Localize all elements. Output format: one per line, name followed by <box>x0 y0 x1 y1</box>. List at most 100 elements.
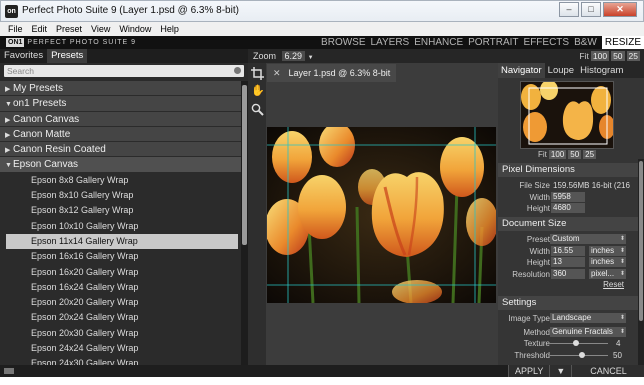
menu-window[interactable]: Window <box>119 22 151 36</box>
pixel-width-label: Width <box>529 192 550 202</box>
nav-zoom-50-button[interactable]: 50 <box>568 150 582 159</box>
resolution-field[interactable]: 360 <box>551 268 585 279</box>
panel-toggle-icon[interactable] <box>4 368 14 374</box>
close-button[interactable]: ✕ <box>603 2 637 17</box>
texture-slider-knob[interactable] <box>573 340 580 346</box>
tab-histogram[interactable]: Histogram <box>577 63 626 78</box>
preset-item[interactable]: Epson 24x24 Gallery Wrap <box>0 341 241 356</box>
height-unit-select[interactable]: inches <box>589 257 626 267</box>
triangle-down-icon[interactable]: ▼ <box>5 97 13 112</box>
menu-view[interactable]: View <box>91 22 110 36</box>
pixel-width-field[interactable]: 5958 <box>551 191 585 202</box>
preset-item-selected[interactable]: Epson 11x14 Gallery Wrap <box>6 233 238 250</box>
preset-group[interactable]: ▶ My Presets <box>0 81 241 97</box>
minimize-button[interactable]: – <box>559 2 579 17</box>
reset-link[interactable]: Reset <box>603 280 624 289</box>
preset-item[interactable]: Epson 8x10 Gallery Wrap <box>0 188 241 203</box>
zoom-icon[interactable] <box>251 103 264 116</box>
module-portrait[interactable]: PORTRAIT <box>468 36 518 49</box>
resolution-unit-select[interactable]: pixel... <box>589 268 626 279</box>
nav-fit-button[interactable]: Fit <box>538 150 547 159</box>
module-bw[interactable]: B&W <box>574 36 597 49</box>
width-unit-select[interactable]: inches <box>589 245 626 256</box>
image-type-select[interactable]: Landscape <box>550 313 626 323</box>
preset-group[interactable]: ▶ Canon Resin Coated <box>0 142 241 158</box>
zoom-value[interactable]: 6.29 <box>281 51 306 61</box>
search-input[interactable]: Search <box>4 65 244 77</box>
chevron-down-icon[interactable]: ▼ <box>308 55 314 61</box>
preset-group[interactable]: ▼Epson Canvas <box>0 157 241 173</box>
preset-item[interactable]: Epson 20x20 Gallery Wrap <box>0 295 241 310</box>
settings-scrollbar[interactable] <box>638 159 644 365</box>
tab-favorites[interactable]: Favorites <box>0 49 47 63</box>
module-browse[interactable]: BROWSE <box>321 36 365 49</box>
module-enhance[interactable]: ENHANCE <box>414 36 463 49</box>
nav-zoom-25-button[interactable]: 25 <box>583 150 597 159</box>
apply-menu-button[interactable]: ▼ <box>549 365 572 377</box>
preset-group[interactable]: ▶ Canon Canvas <box>0 111 241 128</box>
bottom-bar: APPLY ▼ CANCEL <box>0 365 644 377</box>
triangle-down-icon[interactable]: ▼ <box>5 158 13 173</box>
preset-item[interactable]: Epson 10x10 Gallery Wrap <box>0 219 241 234</box>
preset-select[interactable]: Custom <box>550 234 626 244</box>
section-header[interactable]: Pixel Dimensions <box>498 163 638 177</box>
preset-item[interactable]: Epson 20x30 Gallery Wrap <box>0 326 241 341</box>
navigator-thumbnail[interactable] <box>520 81 614 149</box>
triangle-right-icon[interactable]: ▶ <box>5 113 13 128</box>
search-icon[interactable] <box>234 67 241 74</box>
tab-presets[interactable]: Presets <box>47 49 88 63</box>
tab-loupe[interactable]: Loupe <box>545 63 577 78</box>
section-header[interactable]: Document Size <box>498 217 638 231</box>
cancel-button[interactable]: CANCEL <box>571 365 644 377</box>
document-tab[interactable]: ✕ Layer 1.psd @ 6.3% 8-bit <box>267 64 397 82</box>
zoom-100-button[interactable]: 100 <box>590 51 610 61</box>
apply-button[interactable]: APPLY <box>508 365 550 377</box>
preset-item[interactable]: Epson 16x20 Gallery Wrap <box>0 265 241 280</box>
preset-group[interactable]: ▼on1 Presets <box>0 96 241 112</box>
doc-height-field[interactable]: 13 <box>551 257 585 267</box>
triangle-right-icon[interactable]: ▶ <box>5 143 13 158</box>
menu-preset[interactable]: Preset <box>56 22 82 36</box>
pixel-height-field[interactable]: 4680 <box>551 203 585 213</box>
module-effects[interactable]: EFFECTS <box>524 36 570 49</box>
scrollbar-thumb[interactable] <box>639 161 643 321</box>
method-label: Method <box>523 327 550 337</box>
zoom-25-button[interactable]: 25 <box>626 51 640 61</box>
texture-slider[interactable] <box>550 340 608 346</box>
section-header[interactable]: Settings <box>498 296 638 310</box>
fit-button[interactable]: Fit <box>579 51 588 61</box>
preset-group[interactable]: ▶ Canon Matte <box>0 126 241 143</box>
photo-preview[interactable] <box>267 127 496 303</box>
threshold-slider[interactable] <box>550 351 608 358</box>
crop-icon[interactable] <box>251 67 264 80</box>
texture-label: Texture <box>523 339 550 348</box>
settings-section: Settings Image Type Landscape Method Gen… <box>498 296 638 361</box>
menu-edit[interactable]: Edit <box>32 22 48 36</box>
maximize-button[interactable]: □ <box>581 2 601 17</box>
zoom-label: Zoom <box>253 51 277 61</box>
triangle-right-icon[interactable]: ▶ <box>5 128 13 143</box>
preset-item[interactable]: Epson 16x16 Gallery Wrap <box>0 249 241 264</box>
close-icon[interactable]: ✕ <box>273 68 281 79</box>
doc-height-label: Height <box>526 258 550 267</box>
preset-item[interactable]: Epson 8x12 Gallery Wrap <box>0 203 241 218</box>
module-layers[interactable]: LAYERS <box>371 36 410 49</box>
threshold-slider-knob[interactable] <box>579 351 585 358</box>
hand-icon[interactable]: ✋ <box>251 85 265 98</box>
nav-zoom-100-button[interactable]: 100 <box>548 150 567 159</box>
zoom-50-button[interactable]: 50 <box>611 51 625 61</box>
tab-navigator[interactable]: Navigator <box>498 63 545 78</box>
triangle-right-icon[interactable]: ▶ <box>5 82 13 97</box>
preset-item[interactable]: Epson 16x24 Gallery Wrap <box>0 280 241 295</box>
preset-item[interactable]: Epson 20x24 Gallery Wrap <box>0 310 241 325</box>
module-resize[interactable]: RESIZE <box>601 36 644 49</box>
preset-item[interactable]: Epson 24x30 Gallery Wrap <box>0 356 241 365</box>
menu-file[interactable]: File <box>8 22 23 36</box>
doc-width-field[interactable]: 16.55 <box>551 245 585 256</box>
preset-item[interactable]: Epson 8x8 Gallery Wrap <box>0 173 241 188</box>
menu-help[interactable]: Help <box>160 22 179 36</box>
preset-tree: ▶ My Presets ▼on1 Presets ▶ Canon Canvas ▶ Can… <box>0 81 241 365</box>
scrollbar-thumb[interactable] <box>242 85 247 245</box>
method-select[interactable]: Genuine Fractals <box>550 326 626 337</box>
preset-scrollbar[interactable] <box>241 81 248 365</box>
